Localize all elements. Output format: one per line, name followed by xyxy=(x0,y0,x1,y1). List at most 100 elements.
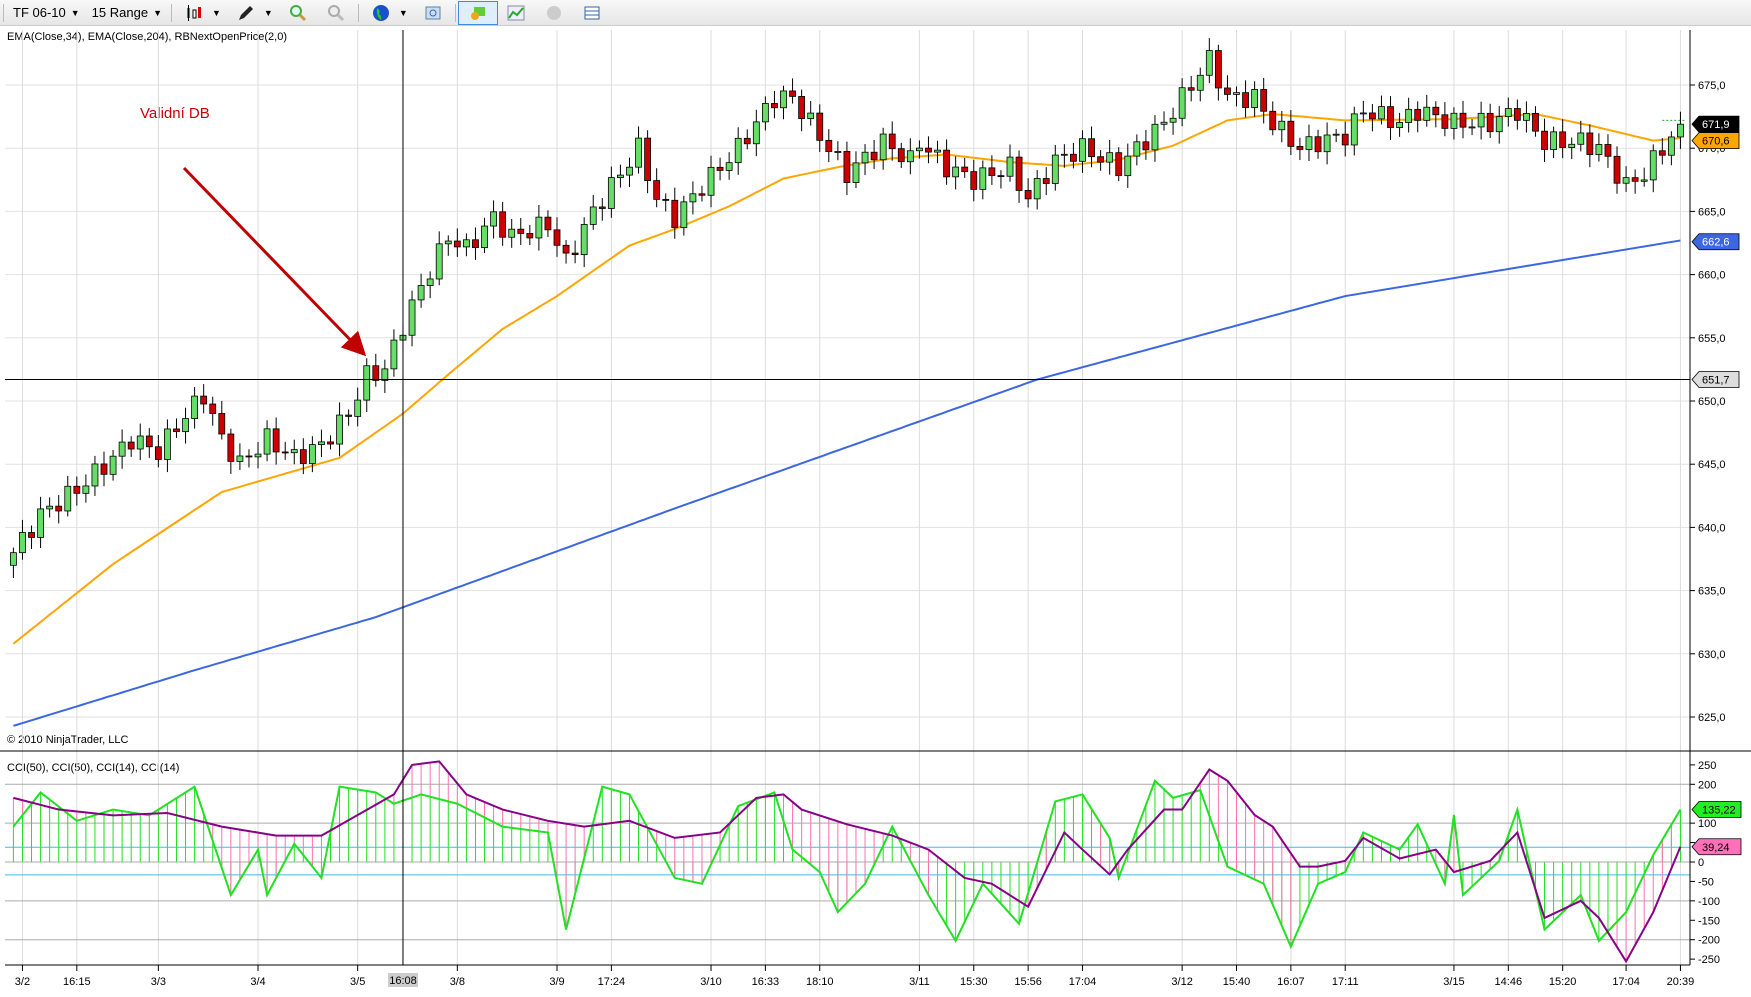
candle-down xyxy=(272,428,280,453)
cci50-line xyxy=(13,760,1682,964)
candle-up xyxy=(761,103,769,123)
candle-down xyxy=(897,148,905,163)
cci-tick-label: 200 xyxy=(1698,779,1716,791)
candle-up xyxy=(1205,50,1213,76)
period-selector[interactable]: 15 Range ▼ xyxy=(86,2,168,24)
candle-down xyxy=(789,90,796,97)
candle-down xyxy=(73,485,81,494)
candle-down xyxy=(227,433,235,462)
time-tick-label: 16:15 xyxy=(63,976,91,988)
candle-up xyxy=(363,365,371,401)
candle-up xyxy=(1667,136,1675,156)
chart-style-button[interactable]: ▼ xyxy=(175,2,227,24)
candle-up xyxy=(462,239,470,248)
candle-down xyxy=(1658,150,1666,156)
chart-canvas[interactable]: 675,0 670,0 665,0 660,0 655,0 650,0 645,0 640,0… xyxy=(0,0,1751,997)
time-tick-label: 15:56 xyxy=(1014,976,1042,988)
toolbar-separator xyxy=(454,3,456,22)
candle-down xyxy=(327,441,334,445)
chevron-down-icon: ▼ xyxy=(398,7,408,18)
ema34-value-tag-label: 670,6 xyxy=(1702,136,1730,148)
time-tick-label: 3/10 xyxy=(700,976,721,988)
candle-up xyxy=(934,149,941,153)
candle-down xyxy=(598,206,606,209)
candle-down xyxy=(1142,141,1150,151)
candle-up xyxy=(780,90,787,109)
candle-down xyxy=(1604,144,1612,157)
candle-down xyxy=(127,441,135,450)
candle-down xyxy=(100,463,108,475)
candle-up xyxy=(1640,179,1648,182)
toolbar-grip[interactable] xyxy=(3,3,4,22)
candle-up xyxy=(37,508,44,538)
candle-up xyxy=(906,150,914,163)
candle-down xyxy=(798,96,806,119)
candle-up xyxy=(734,137,742,164)
drawing-tools-button[interactable]: ▼ xyxy=(227,2,279,24)
candle-up xyxy=(852,162,860,183)
globe-button[interactable]: ▼ xyxy=(362,2,414,24)
cci-indicator-label: CCI(50), CCI(50), CCI(14), CCI(14) xyxy=(7,762,180,774)
indicator-icon xyxy=(507,5,525,20)
time-tick-label: 3/5 xyxy=(350,976,365,988)
price-tick-label: 635,0 xyxy=(1698,586,1726,598)
price-tick-label: 660,0 xyxy=(1698,270,1726,282)
cci-tick-label: 50 xyxy=(1698,838,1710,850)
time-tick-label: 17:24 xyxy=(598,976,626,988)
price-tick-label: 675,0 xyxy=(1698,80,1726,92)
candle-up xyxy=(1378,106,1385,120)
candle-down xyxy=(1042,178,1050,184)
candle-down xyxy=(472,239,479,249)
candle-up xyxy=(580,224,588,256)
properties-icon xyxy=(425,6,441,19)
candle-up xyxy=(1124,155,1132,177)
candle-up xyxy=(1060,153,1068,156)
candle-up xyxy=(354,399,362,417)
chevron-down-icon: ▼ xyxy=(263,7,273,18)
ema204-value-tag xyxy=(1691,233,1740,251)
candle-up xyxy=(19,532,26,554)
candle-down xyxy=(28,532,35,538)
candle-up xyxy=(1251,89,1259,108)
draw-pen-icon xyxy=(238,5,253,20)
indicators-button[interactable] xyxy=(497,2,535,24)
cci50-value-tag-label: 39,24 xyxy=(1702,842,1730,854)
candle-up xyxy=(1133,141,1141,157)
trade-button[interactable] xyxy=(457,0,498,25)
candle-up xyxy=(1468,126,1476,129)
annotation-arrow[interactable] xyxy=(182,166,367,357)
candle-up xyxy=(725,162,733,171)
zoom-out-button[interactable] xyxy=(317,2,355,24)
time-tick-label: 18:10 xyxy=(806,976,834,988)
strategy-icon xyxy=(546,5,561,20)
candle-up xyxy=(1450,112,1458,129)
candle-down xyxy=(1024,190,1032,200)
price-tick-label: 650,0 xyxy=(1698,396,1726,408)
chart-toolbar: TF 06-10 ▼ 15 Range ▼ ▼ ▼ ▼ xyxy=(0,0,1751,26)
candle-up xyxy=(1423,106,1431,121)
candle-down xyxy=(961,166,969,173)
candle-up xyxy=(9,552,17,566)
zoom-out-icon xyxy=(327,4,344,21)
candle-down xyxy=(1187,87,1195,91)
price-tick-label: 625,0 xyxy=(1698,712,1726,724)
annotation-text[interactable]: Validní DB xyxy=(140,105,210,122)
price-tick-label: 630,0 xyxy=(1698,649,1726,661)
candle-up xyxy=(408,299,416,336)
candle-up xyxy=(1477,112,1485,128)
price-tick-label: 670,0 xyxy=(1698,143,1726,155)
candle-up xyxy=(1350,113,1358,146)
properties-button[interactable] xyxy=(414,2,452,24)
data-box-button[interactable] xyxy=(573,2,611,24)
candle-down xyxy=(925,147,932,153)
instrument-selector[interactable]: TF 06-10 ▼ xyxy=(7,2,86,24)
candle-down xyxy=(553,229,561,246)
candle-down xyxy=(771,103,778,109)
candle-up xyxy=(834,151,842,153)
zoom-in-button[interactable] xyxy=(279,2,317,24)
chevron-down-icon: ▼ xyxy=(70,7,80,18)
candle-up xyxy=(1568,143,1576,148)
candle-up xyxy=(535,216,543,239)
strategies-button[interactable] xyxy=(535,2,573,24)
candle-up xyxy=(1033,178,1041,200)
